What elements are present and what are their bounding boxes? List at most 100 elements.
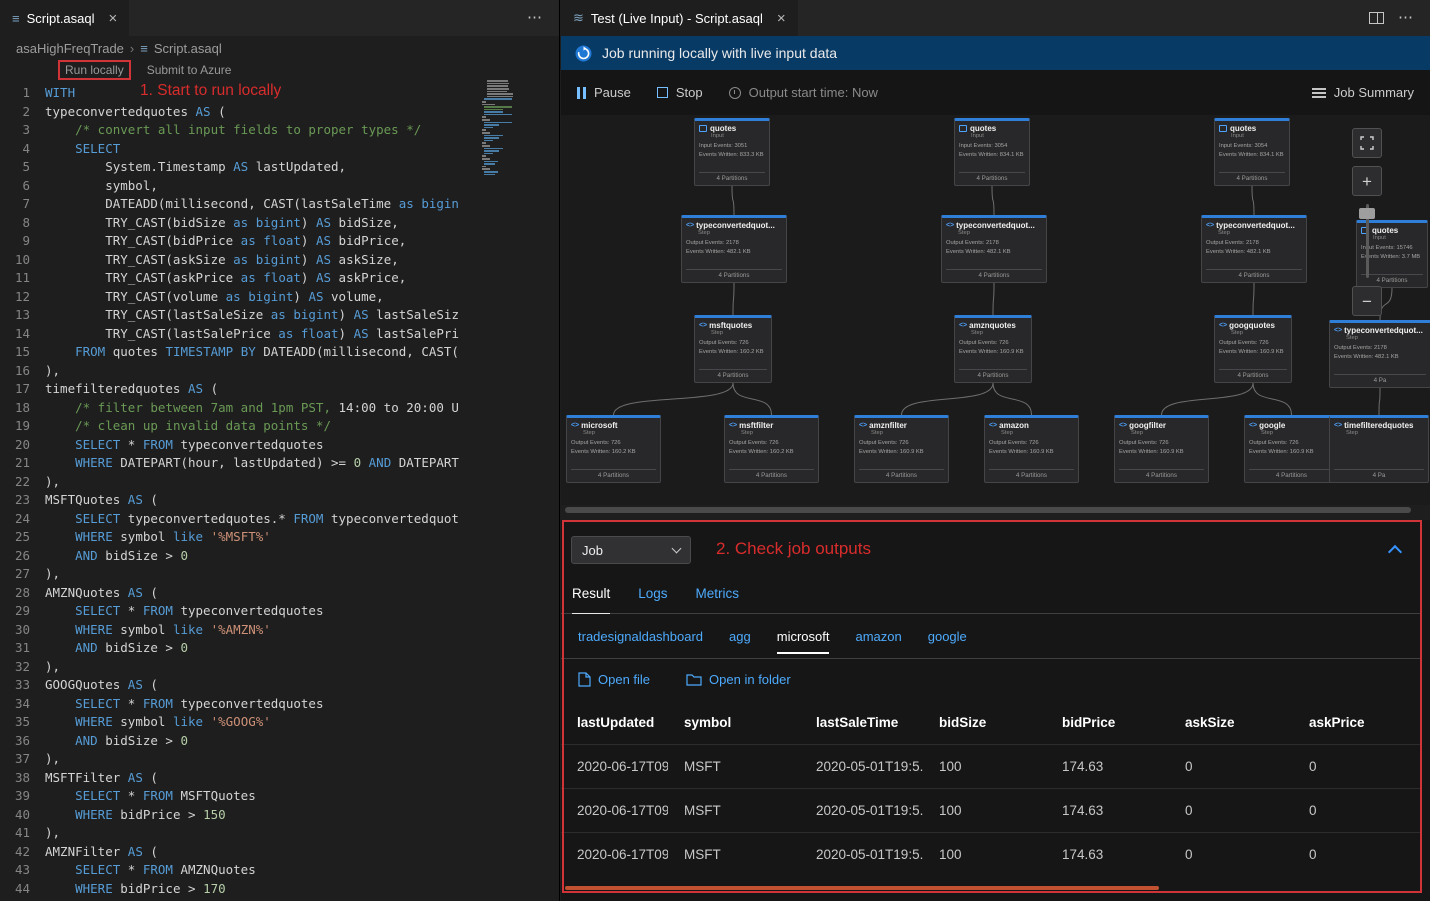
minimap-line bbox=[484, 122, 512, 124]
collapse-panel-icon[interactable] bbox=[1388, 545, 1402, 559]
minimap[interactable] bbox=[482, 80, 552, 176]
diagram-node-tcq2[interactable]: < >typeconvertedquot...StepOutput Events… bbox=[941, 215, 1047, 283]
job-diagram[interactable]: quotesInputInput Events: 3051Events Writ… bbox=[561, 115, 1430, 505]
minimap-line bbox=[484, 148, 502, 150]
more-actions-icon[interactable]: ⋯ bbox=[1398, 8, 1414, 26]
diagram-node-microsoft[interactable]: < >microsoftStepOutput Events: 726Events… bbox=[566, 415, 661, 483]
breadcrumb-project[interactable]: asaHighFreqTrade bbox=[16, 41, 124, 56]
code-line: 8 TRY_CAST(bidSize as bigint) AS bidSize… bbox=[0, 214, 482, 233]
diagram-node-amazon[interactable]: < >amazonStepOutput Events: 726Events Wr… bbox=[984, 415, 1079, 483]
column-header-symbol[interactable]: symbol bbox=[668, 715, 800, 730]
table-scrollbar[interactable] bbox=[565, 886, 1159, 890]
diagram-node-q2[interactable]: quotesInputInput Events: 3054Events Writ… bbox=[954, 118, 1030, 186]
table-row[interactable]: 2020-06-17T09:3...MSFT2020-05-01T19:5...… bbox=[561, 744, 1422, 788]
diagram-node-google[interactable]: < >googleStepOutput Events: 726Events Wr… bbox=[1244, 415, 1339, 483]
table-cell: 0 bbox=[1293, 803, 1422, 818]
diagram-node-googq[interactable]: < >googquotesStepOutput Events: 726Event… bbox=[1214, 315, 1292, 383]
output-tab-result[interactable]: Result bbox=[572, 578, 610, 614]
diagram-node-amznq[interactable]: < >amznquotesStepOutput Events: 726Event… bbox=[954, 315, 1032, 383]
zoom-in-button[interactable]: + bbox=[1352, 166, 1382, 196]
zoom-slider-handle[interactable] bbox=[1359, 208, 1375, 219]
minimap-line bbox=[484, 127, 492, 129]
tab-script-asaql[interactable]: ≡ Script.asaql × bbox=[0, 0, 129, 36]
code-text: symbol, bbox=[45, 177, 158, 196]
submit-to-azure-button[interactable]: Submit to Azure bbox=[147, 63, 232, 77]
tab-test-live-input[interactable]: ≋ Test (Live Input) - Script.asaql × bbox=[561, 0, 798, 36]
node-kind-label: Step bbox=[971, 330, 1027, 336]
diagram-node-tcq4[interactable]: < >typeconvertedquot...StepOutput Events… bbox=[1329, 320, 1430, 388]
run-locally-button[interactable]: Run locally bbox=[58, 60, 131, 80]
node-header: < >microsoft bbox=[571, 421, 656, 430]
line-number: 36 bbox=[0, 732, 45, 751]
minimap-line bbox=[487, 80, 508, 82]
breadcrumb-file[interactable]: Script.asaql bbox=[154, 41, 222, 56]
output-subtab-agg[interactable]: agg bbox=[729, 629, 751, 644]
node-title: googfilter bbox=[1129, 421, 1166, 430]
pause-button[interactable]: Pause bbox=[577, 85, 631, 100]
split-editor-icon[interactable] bbox=[1369, 12, 1384, 24]
node-partitions: 4 Partitions bbox=[989, 469, 1074, 482]
line-number: 24 bbox=[0, 510, 45, 529]
diagram-node-q1[interactable]: quotesInputInput Events: 3051Events Writ… bbox=[694, 118, 770, 186]
output-tab-logs[interactable]: Logs bbox=[638, 578, 667, 613]
code-editor[interactable]: 1WITH2typeconvertedquotes AS (3 /* conve… bbox=[0, 80, 559, 901]
diagram-node-msftq[interactable]: < >msftquotesStepOutput Events: 726Event… bbox=[694, 315, 772, 383]
column-header-lastSaleTime[interactable]: lastSaleTime bbox=[800, 715, 923, 730]
line-number: 13 bbox=[0, 306, 45, 325]
minimap-line bbox=[487, 88, 509, 90]
code-line: 44 WHERE bidPrice > 170 bbox=[0, 880, 482, 899]
column-header-lastUpdated[interactable]: lastUpdated bbox=[561, 715, 668, 730]
step-icon: < > bbox=[1334, 327, 1341, 334]
column-header-askPrice[interactable]: askPrice bbox=[1293, 715, 1422, 730]
editor-more-actions-icon[interactable]: ⋯ bbox=[527, 8, 543, 26]
node-stats: Output Events: 726Events Written: 160.2 … bbox=[571, 439, 656, 458]
node-title: typeconvertedquot... bbox=[1216, 221, 1295, 230]
output-subtab-tradesignaldashboard[interactable]: tradesignaldashboard bbox=[578, 629, 703, 644]
zoom-slider[interactable] bbox=[1352, 204, 1382, 278]
line-number: 40 bbox=[0, 806, 45, 825]
column-header-bidPrice[interactable]: bidPrice bbox=[1046, 715, 1169, 730]
diagram-node-tcq1[interactable]: < >typeconvertedquot...StepOutput Events… bbox=[681, 215, 787, 283]
minimap-line bbox=[487, 91, 507, 93]
stop-button[interactable]: Stop bbox=[657, 85, 703, 100]
job-summary-button[interactable]: Job Summary bbox=[1312, 85, 1414, 100]
close-tab-icon[interactable]: × bbox=[777, 10, 786, 27]
code-text: TRY_CAST(bidPrice as float) AS bidPrice, bbox=[45, 232, 406, 251]
line-number: 16 bbox=[0, 362, 45, 381]
diagram-node-googfilter[interactable]: < >googfilterStepOutput Events: 726Event… bbox=[1114, 415, 1209, 483]
table-cell: 174.63 bbox=[1046, 803, 1169, 818]
diagram-node-q3[interactable]: quotesInputInput Events: 3054Events Writ… bbox=[1214, 118, 1290, 186]
open-in-folder-button[interactable]: Open in folder bbox=[686, 672, 791, 687]
diagram-node-tcq3[interactable]: < >typeconvertedquot...StepOutput Events… bbox=[1201, 215, 1307, 283]
table-row[interactable]: 2020-06-17T09:3...MSFT2020-05-01T19:5...… bbox=[561, 788, 1422, 832]
table-row[interactable]: 2020-06-17T09:3...MSFT2020-05-01T19:5...… bbox=[561, 832, 1422, 876]
node-header: < >typeconvertedquot... bbox=[686, 221, 782, 230]
output-target-dropdown[interactable]: Job bbox=[571, 536, 691, 564]
code-text: MSFTFilter AS ( bbox=[45, 769, 158, 788]
node-stats: Output Events: 726Events Written: 160.9 … bbox=[1249, 439, 1334, 458]
column-header-bidSize[interactable]: bidSize bbox=[923, 715, 1046, 730]
line-number: 42 bbox=[0, 843, 45, 862]
output-tab-metrics[interactable]: Metrics bbox=[696, 578, 740, 613]
output-subtab-google[interactable]: google bbox=[928, 629, 967, 644]
node-stats: Output Events: 2178Events Written: 482.1… bbox=[946, 239, 1042, 258]
diagram-node-timefiltered[interactable]: < >timefilteredquotesStep4 Pa bbox=[1329, 415, 1429, 483]
zoom-out-button[interactable]: − bbox=[1352, 286, 1382, 316]
minimap-line bbox=[482, 104, 495, 106]
fit-to-screen-button[interactable] bbox=[1352, 128, 1382, 158]
diagram-scrollbar[interactable] bbox=[565, 507, 1411, 513]
output-subtab-amazon[interactable]: amazon bbox=[855, 629, 901, 644]
diagram-node-amznfilter[interactable]: < >amznfilterStepOutput Events: 726Event… bbox=[854, 415, 949, 483]
column-header-askSize[interactable]: askSize bbox=[1169, 715, 1293, 730]
code-line: 22), bbox=[0, 473, 482, 492]
output-subtab-microsoft[interactable]: microsoft bbox=[777, 629, 830, 644]
node-stats: Output Events: 2178Events Written: 482.1… bbox=[1206, 239, 1302, 258]
diagram-node-msftfilter[interactable]: < >msftfilterStepOutput Events: 726Event… bbox=[724, 415, 819, 483]
annotation-step1: 1. Start to run locally bbox=[140, 82, 281, 100]
close-tab-icon[interactable]: × bbox=[109, 10, 118, 27]
node-partitions: 4 Partitions bbox=[946, 269, 1042, 282]
node-partitions: 4 Partitions bbox=[686, 269, 782, 282]
node-partitions: 4 Partitions bbox=[1219, 172, 1285, 185]
table-cell: 174.63 bbox=[1046, 759, 1169, 774]
open-file-button[interactable]: Open file bbox=[578, 672, 650, 687]
